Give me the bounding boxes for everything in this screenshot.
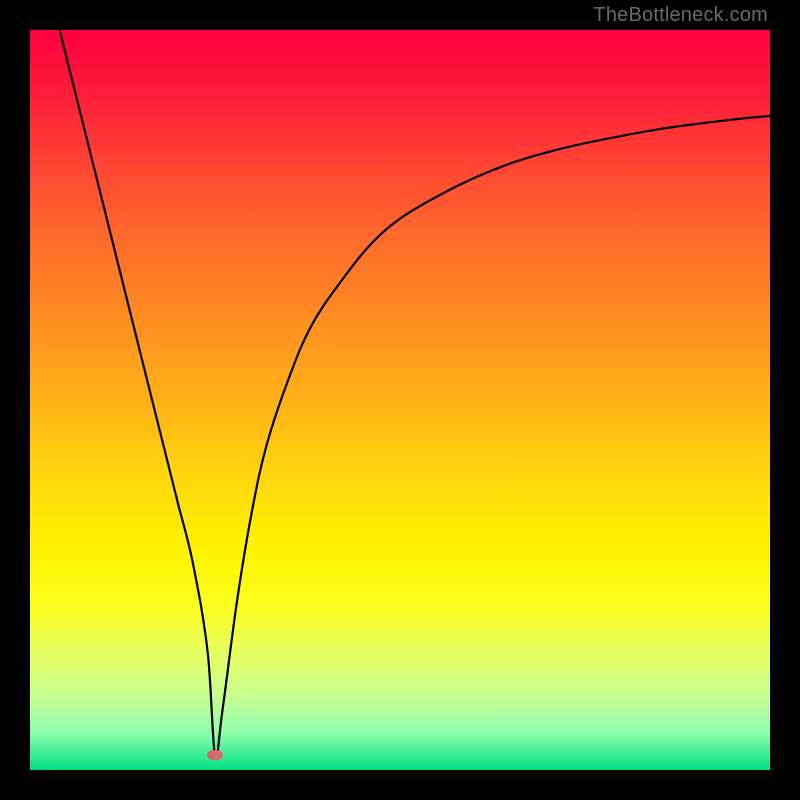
chart-frame: TheBottleneck.com — [0, 0, 800, 800]
bottleneck-curve — [30, 30, 770, 770]
optimal-point-marker — [207, 750, 223, 760]
curve-path — [60, 30, 770, 758]
watermark-text: TheBottleneck.com — [593, 4, 768, 27]
